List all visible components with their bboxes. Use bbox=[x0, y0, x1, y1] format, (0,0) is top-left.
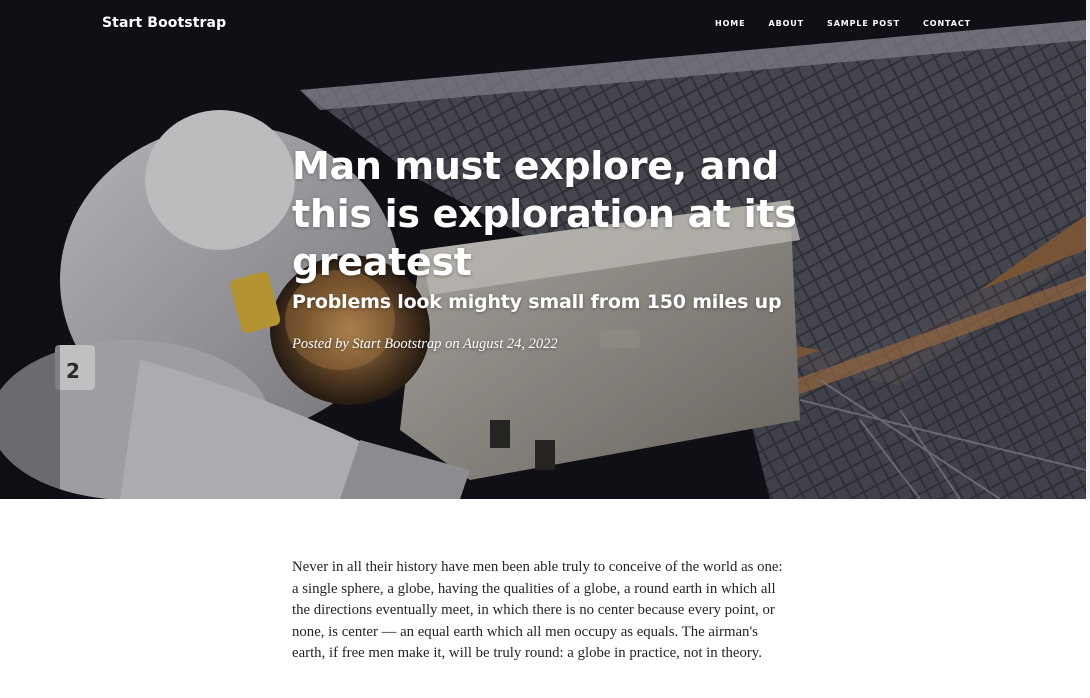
article-body: Never in all their history have men been… bbox=[292, 557, 787, 665]
nav-link-sample-post[interactable]: SAMPLE POST bbox=[827, 19, 900, 28]
post-title: Man must explore, and this is exploratio… bbox=[292, 144, 797, 284]
meta-prefix: Posted by bbox=[292, 336, 349, 352]
post-subtitle: Problems look mighty small from 150 mile… bbox=[292, 291, 782, 313]
main-navbar: Start Bootstrap HOME ABOUT SAMPLE POST C… bbox=[0, 0, 1090, 52]
nav-link-about[interactable]: ABOUT bbox=[769, 19, 805, 28]
nav-links: HOME ABOUT SAMPLE POST CONTACT bbox=[692, 19, 971, 28]
brand-link[interactable]: Start Bootstrap bbox=[102, 15, 226, 31]
author-link[interactable]: Start Bootstrap bbox=[352, 336, 441, 352]
post-heading: Man must explore, and this is exploratio… bbox=[292, 142, 812, 354]
post-meta: Posted by Start Bootstrap on August 24, … bbox=[292, 334, 812, 354]
article-paragraph: Never in all their history have men been… bbox=[292, 559, 783, 662]
masthead-hero: 2 Man must explore, and this is explorat… bbox=[0, 0, 1086, 499]
scrollbar-gutter bbox=[1086, 0, 1090, 499]
nav-link-home[interactable]: HOME bbox=[715, 19, 746, 28]
nav-link-contact[interactable]: CONTACT bbox=[923, 19, 971, 28]
meta-on: on bbox=[445, 336, 460, 352]
post-date: August 24, 2022 bbox=[462, 336, 558, 352]
